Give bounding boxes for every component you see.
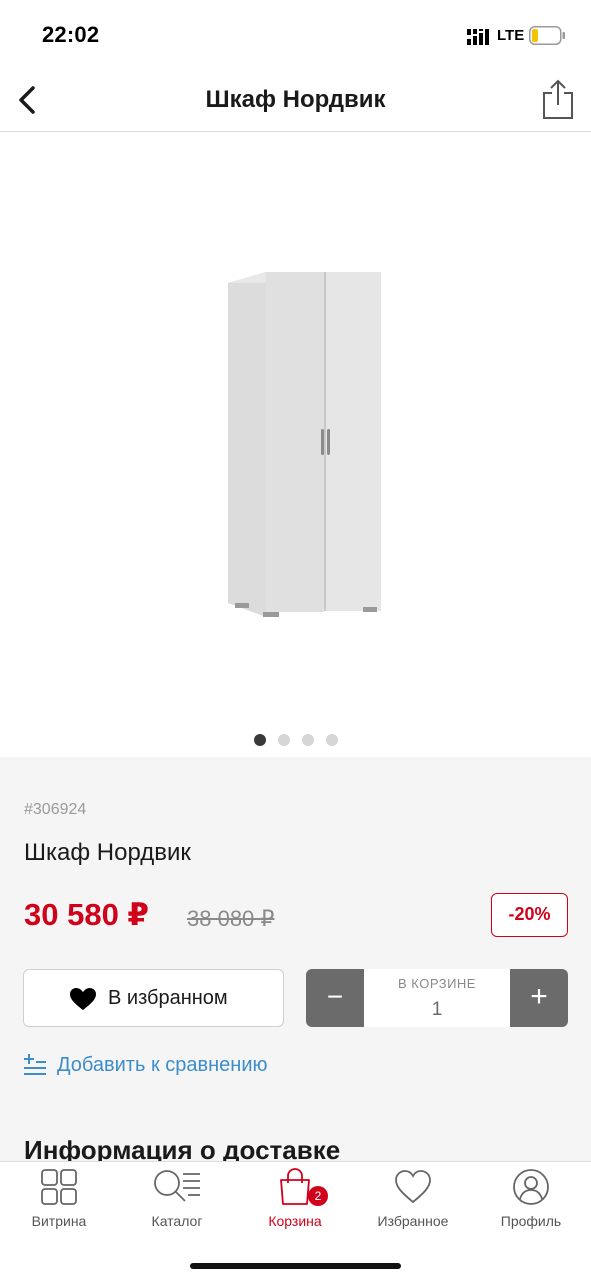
cart-caption: В КОРЗИНЕ: [398, 976, 476, 991]
decrease-button[interactable]: −: [306, 969, 364, 1027]
profile-icon: [513, 1169, 549, 1205]
product-gallery[interactable]: [0, 133, 591, 757]
status-time: 22:02: [42, 22, 100, 47]
chevron-left-icon[interactable]: [14, 84, 44, 116]
navigation-bar: Шкаф Нордвик: [0, 70, 591, 132]
heart-filled-icon: [70, 988, 96, 1010]
tab-label: Корзина: [268, 1213, 322, 1229]
discount-badge: -20%: [491, 893, 568, 937]
tab-label: Каталог: [151, 1213, 203, 1229]
share-icon[interactable]: [541, 78, 575, 120]
status-bar: 22:02 LTE: [0, 0, 591, 70]
product-name: Шкаф Нордвик: [24, 839, 191, 866]
catalog-search-icon: [154, 1170, 200, 1202]
battery-icon: [529, 26, 565, 45]
compare-list-icon: [24, 1054, 46, 1075]
favorite-button[interactable]: В избранном: [23, 969, 284, 1027]
tab-label: Профиль: [500, 1213, 562, 1229]
increase-button[interactable]: +: [510, 969, 568, 1027]
cart-badge: 2: [308, 1186, 328, 1206]
favorite-label: В избранном: [108, 987, 228, 1009]
tab-catalog[interactable]: Каталог: [118, 1162, 236, 1242]
carousel-dot[interactable]: [253, 734, 266, 746]
carousel-dots: [0, 733, 591, 747]
cart-quantity: 1: [431, 999, 443, 1020]
tab-cart[interactable]: 2 Корзина: [236, 1162, 354, 1242]
home-indicator: [190, 1263, 401, 1269]
cart-quantity-stepper: − В КОРЗИНЕ 1 +: [306, 969, 568, 1027]
bottom-tab-bar: Витрина Каталог 2 Корзина Избранное Проф…: [0, 1161, 591, 1280]
carousel-dot[interactable]: [301, 734, 314, 746]
tab-favorites[interactable]: Избранное: [354, 1162, 472, 1242]
grid-icon: [41, 1169, 77, 1205]
product-info: #306924 Шкаф Нордвик 30 580 ₽ 38 080 ₽ -…: [0, 757, 591, 1165]
carousel-dot[interactable]: [325, 734, 338, 746]
product-image: [228, 272, 381, 617]
signal-icon: [467, 29, 489, 45]
tab-label: Витрина: [31, 1213, 87, 1229]
old-price: 38 080 ₽: [187, 906, 275, 931]
current-price: 30 580 ₽: [24, 897, 149, 932]
tab-profile[interactable]: Профиль: [472, 1162, 590, 1242]
product-sku: #306924: [24, 801, 87, 818]
tab-showcase[interactable]: Витрина: [0, 1162, 118, 1242]
network-type: LTE: [497, 27, 525, 44]
carousel-dot[interactable]: [277, 734, 290, 746]
tab-label: Избранное: [377, 1213, 449, 1229]
heart-icon: [395, 1170, 431, 1204]
compare-label: Добавить к сравнению: [57, 1054, 268, 1076]
page-title: Шкаф Нордвик: [205, 86, 386, 113]
